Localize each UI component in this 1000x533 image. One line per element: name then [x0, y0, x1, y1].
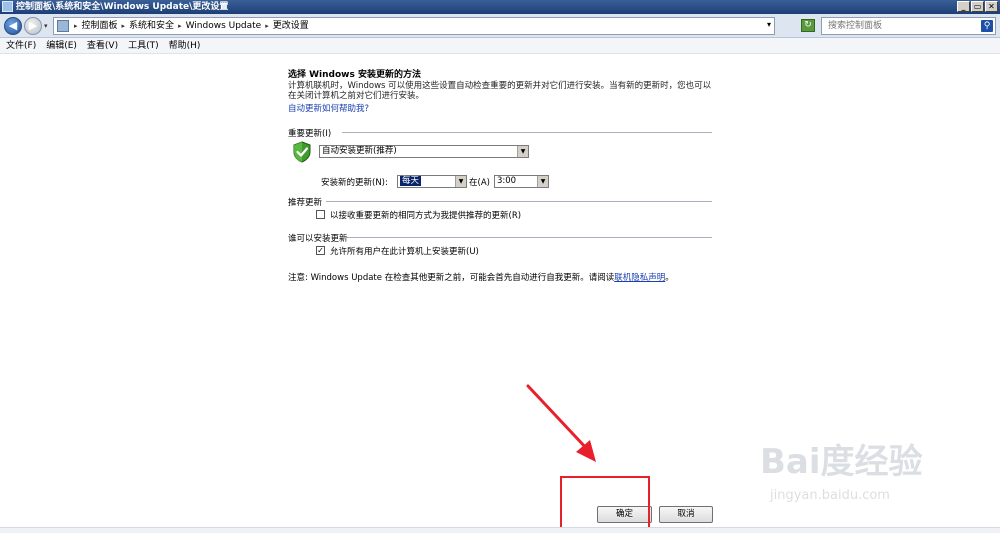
- menu-help[interactable]: 帮助(H): [169, 38, 201, 53]
- privacy-note: 注意: Windows Update 在检查其他更新之前，可能会首先自动进行自我…: [288, 271, 674, 283]
- install-new-updates-label: 安装新的更新(N):: [321, 178, 388, 188]
- important-updates-label: 重要更新(I): [288, 129, 332, 139]
- help-link[interactable]: 自动更新如何帮助我?: [288, 102, 369, 114]
- status-strip: [0, 527, 1000, 533]
- crumb-system-security[interactable]: 系统和安全: [129, 21, 174, 32]
- install-day-select[interactable]: 每天 ▼: [397, 175, 467, 188]
- folder-icon: [57, 20, 69, 32]
- all-users-checkbox-label[interactable]: 允许所有用户在此计算机上安装更新(U): [330, 245, 479, 257]
- chevron-down-icon: ▼: [455, 176, 466, 187]
- who-can-install-label: 谁可以安装更新: [288, 234, 348, 244]
- section-divider: [342, 132, 712, 133]
- menu-bar: 文件(F) 编辑(E) 查看(V) 工具(T) 帮助(H): [0, 38, 1000, 54]
- restore-button[interactable]: ▭: [971, 1, 984, 12]
- recommended-checkbox[interactable]: [316, 210, 325, 219]
- address-field[interactable]: ▸ 控制面板 ▸ 系统和安全 ▸ Windows Update ▸ 更改设置 ▾: [53, 17, 775, 35]
- menu-view[interactable]: 查看(V): [87, 38, 118, 53]
- menu-tools[interactable]: 工具(T): [128, 38, 159, 53]
- annotation-arrow-icon: [526, 384, 596, 462]
- crumb-control-panel[interactable]: 控制面板: [82, 21, 118, 32]
- privacy-statement-link[interactable]: 联机隐私声明: [614, 273, 665, 283]
- cancel-button[interactable]: 取消: [659, 506, 713, 523]
- recommended-checkbox-label[interactable]: 以接收重要更新的相同方式为我提供推荐的更新(R): [330, 209, 521, 221]
- all-users-checkbox[interactable]: ✓: [316, 246, 325, 255]
- watermark-sub: jingyan.baidu.com: [770, 488, 890, 503]
- minimize-button[interactable]: _: [957, 1, 970, 12]
- baidu-watermark: Bai度经验 jingyan.baidu.com: [760, 424, 960, 514]
- install-time-select[interactable]: 3:00 ▼: [494, 175, 549, 188]
- address-bar: ◀ ▶ ▾ ▸ 控制面板 ▸ 系统和安全 ▸ Windows Update ▸ …: [0, 14, 1000, 38]
- history-dropdown-icon[interactable]: ▾: [44, 22, 48, 30]
- page-title: 选择 Windows 安装更新的方法: [288, 70, 421, 80]
- search-input[interactable]: [828, 19, 978, 33]
- note-end: 。: [665, 273, 674, 283]
- refresh-icon[interactable]: ↻: [801, 19, 815, 32]
- control-panel-icon: [2, 1, 13, 12]
- recommended-updates-label: 推荐更新: [288, 198, 323, 208]
- watermark-main: Bai度经验: [760, 442, 923, 482]
- chevron-down-icon: ▼: [537, 176, 548, 187]
- crumb-change-settings[interactable]: 更改设置: [273, 21, 309, 32]
- window-title: 控制面板\系统和安全\Windows Update\更改设置: [16, 2, 229, 12]
- install-day-value: 每天: [400, 176, 422, 186]
- crumb-windows-update[interactable]: Windows Update: [186, 21, 262, 32]
- annotation-highlight-box: [560, 476, 650, 533]
- section-divider: [326, 201, 712, 202]
- close-button[interactable]: ✕: [985, 1, 998, 12]
- note-text: 注意: Windows Update 在检查其他更新之前，可能会首先自动进行自我…: [288, 273, 615, 283]
- address-dropdown-icon[interactable]: ▾: [767, 20, 771, 29]
- breadcrumb: ▸ 控制面板 ▸ 系统和安全 ▸ Windows Update ▸ 更改设置: [74, 21, 309, 32]
- install-time-value: 3:00: [497, 176, 517, 186]
- update-mode-select[interactable]: 自动安装更新(推荐) ▼: [319, 145, 529, 158]
- title-bar: 控制面板\系统和安全\Windows Update\更改设置 _ ▭ ✕: [0, 0, 1000, 14]
- shield-check-icon: [293, 141, 311, 163]
- chevron-down-icon: ▼: [517, 146, 528, 157]
- section-divider: [340, 237, 712, 238]
- window-controls: _ ▭ ✕: [957, 1, 998, 12]
- menu-file[interactable]: 文件(F): [6, 38, 36, 53]
- page-description: 计算机联机时，Windows 可以使用这些设置自动检查重要的更新并对它们进行安装…: [288, 81, 712, 101]
- search-icon[interactable]: ⚲: [980, 19, 994, 33]
- menu-edit[interactable]: 编辑(E): [46, 38, 77, 53]
- back-arrow-icon[interactable]: ◀: [4, 17, 22, 35]
- forward-arrow-icon[interactable]: ▶: [24, 17, 42, 35]
- update-mode-value: 自动安装更新(推荐): [322, 146, 397, 156]
- at-label: 在(A): [469, 178, 490, 188]
- search-box[interactable]: ⚲: [821, 17, 996, 35]
